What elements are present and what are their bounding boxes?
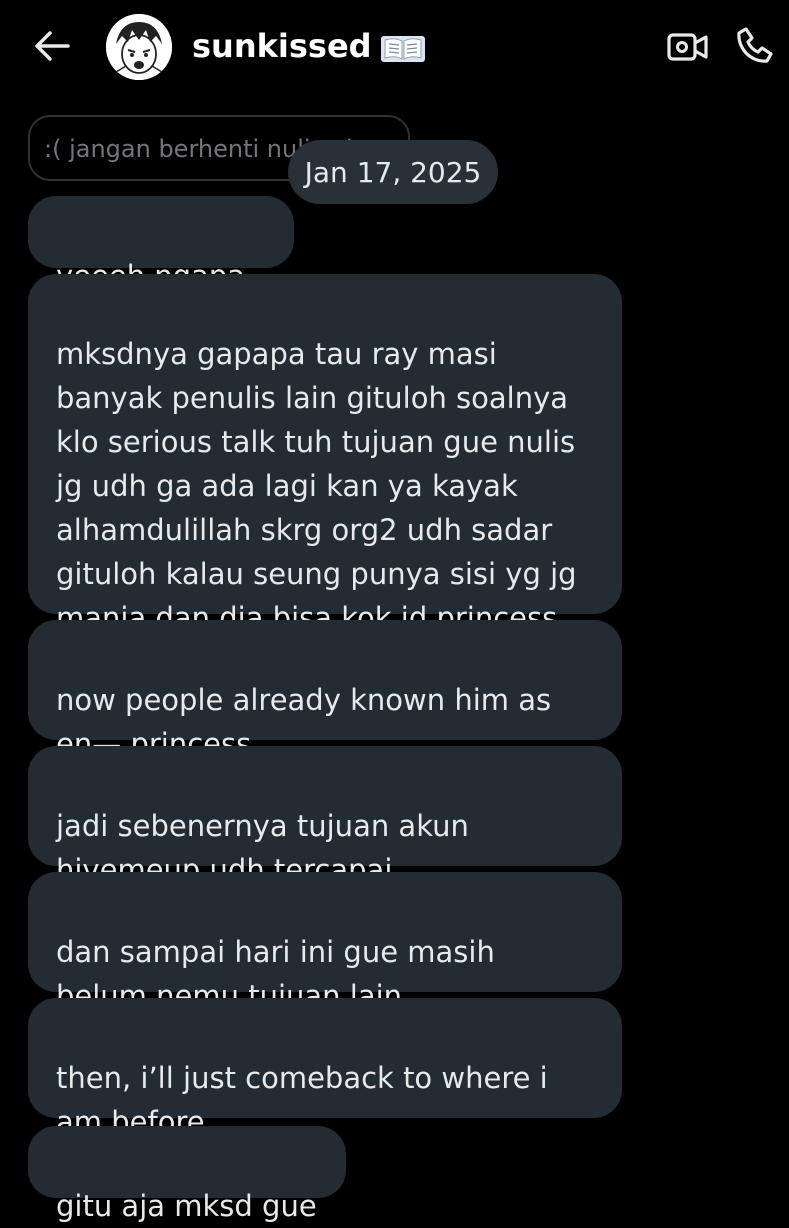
- phone-icon: [737, 27, 773, 63]
- message-text: mksdnya gapapa tau ray masi banyak penul…: [56, 337, 577, 635]
- contact-name: sunkissed: [192, 27, 372, 65]
- message-bubble[interactable]: yeeeh ngapa 😭: [28, 196, 294, 337]
- back-button[interactable]: [28, 26, 76, 66]
- voice-call-button[interactable]: [732, 22, 778, 68]
- contact-title[interactable]: sunkissed: [192, 24, 426, 68]
- arrow-left-icon: [35, 31, 70, 61]
- message-bubble[interactable]: dan sampai hari ini gue masih belum nemu…: [28, 872, 622, 1013]
- message-bubble[interactable]: now people already known him as en— prin…: [28, 620, 622, 761]
- chat-header: sunkissed: [0, 0, 789, 96]
- video-camera-icon: [667, 33, 708, 61]
- message-bubble[interactable]: then, i’ll just comeback to where i am b…: [28, 998, 622, 1139]
- message-bubble[interactable]: jadi sebenernya tujuan akun hivemeup udh…: [28, 746, 622, 887]
- message-text: gitu aja mksd gue: [56, 1189, 317, 1223]
- video-call-button[interactable]: [665, 26, 711, 68]
- manga-face-icon: [106, 14, 172, 80]
- message-bubble[interactable]: gitu aja mksd gue: [28, 1126, 346, 1223]
- open-book-icon: [380, 31, 426, 62]
- message-bubble[interactable]: mksdnya gapapa tau ray masi banyak penul…: [28, 274, 622, 635]
- date-separator: Jan 17, 2025: [288, 140, 498, 204]
- date-label: Jan 17, 2025: [304, 155, 482, 189]
- avatar[interactable]: [106, 14, 172, 80]
